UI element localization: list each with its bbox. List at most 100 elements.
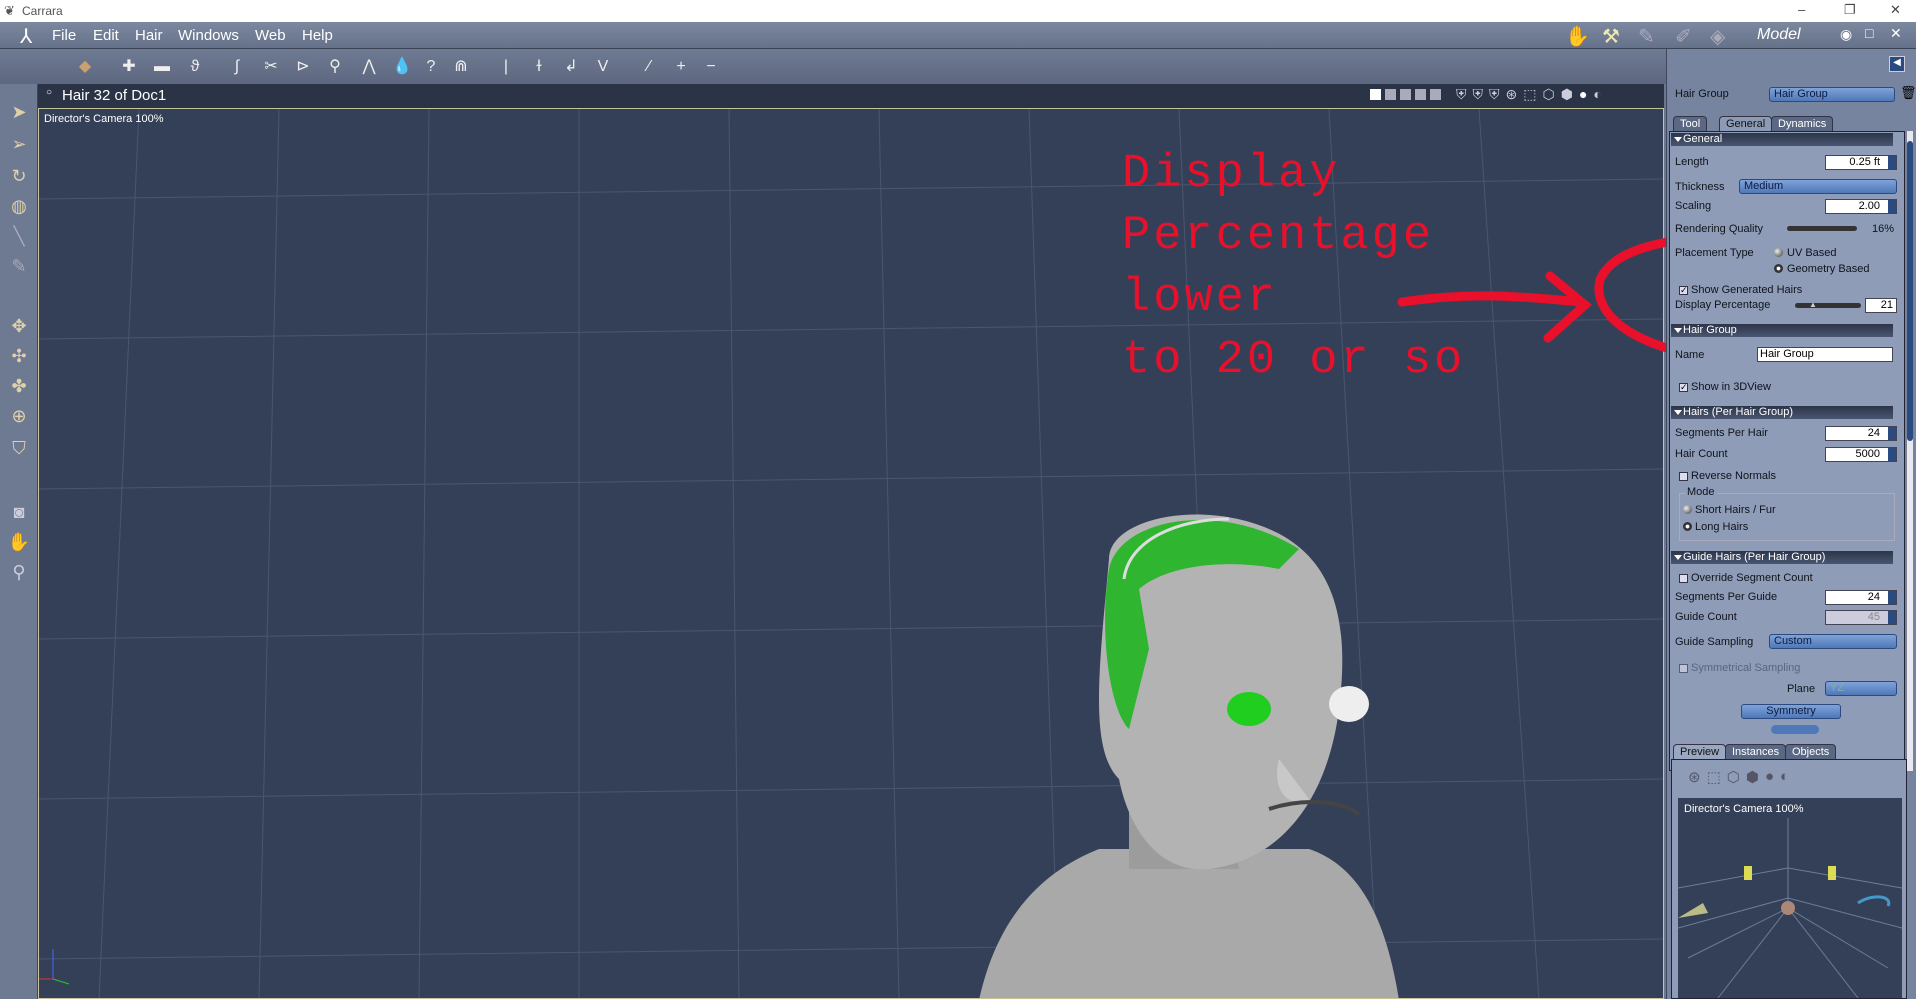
length-field[interactable]: 0.25 ft (1825, 155, 1897, 170)
direct-select-icon[interactable]: ➢ (7, 134, 31, 158)
scaling-field[interactable]: 2.00 (1825, 199, 1897, 214)
bounding-box-icon[interactable]: ⬚ (1523, 86, 1536, 103)
assemble-room-icon[interactable]: ✋ (1565, 24, 1590, 49)
section-hair-group[interactable]: Hair Group (1671, 324, 1893, 337)
tab-objects[interactable]: Objects (1785, 744, 1837, 759)
navigation-icon[interactable]: ⊛ (1506, 86, 1518, 103)
rotate-icon[interactable]: ↻ (7, 166, 31, 190)
long-hairs-radio[interactable] (1683, 522, 1692, 531)
trash-icon[interactable]: 🗑 (1900, 85, 1916, 101)
texture-room-icon[interactable]: ✐ (1675, 24, 1692, 49)
brush-tool-icon[interactable]: ⚲ (326, 57, 344, 77)
tab-preview[interactable]: Preview (1673, 744, 1727, 759)
panel-scrollbar[interactable] (1907, 131, 1913, 771)
segments-per-guide-field[interactable]: 24 (1825, 590, 1897, 605)
show-in-3dview-checkbox[interactable]: ✓ (1679, 383, 1688, 392)
menu-help[interactable]: Help (302, 27, 333, 44)
cut-tool-icon[interactable]: ✂ (262, 57, 280, 77)
remove-guide-icon[interactable]: − (702, 57, 720, 77)
slider-thumb[interactable]: ▲ (1809, 300, 1817, 309)
tab-general[interactable]: General (1719, 116, 1773, 131)
layout-grid-icon[interactable] (1430, 89, 1441, 100)
shield-view-icon[interactable]: ⛨ (1456, 86, 1467, 103)
display-percentage-field[interactable]: 21 (1865, 298, 1897, 313)
smooth-shade-icon[interactable]: ● (1579, 86, 1587, 103)
hand-icon[interactable]: ✋ (7, 532, 31, 556)
line-tool-icon[interactable]: ╲ (7, 226, 31, 250)
maximize-icon[interactable]: □ (1865, 25, 1873, 41)
rendering-quality-slider[interactable] (1787, 226, 1857, 231)
lengthen-tool-icon[interactable]: ↲ (562, 57, 580, 77)
eye-icon[interactable]: ◉ (1840, 26, 1852, 43)
paint-tool-icon[interactable]: ✎ (7, 256, 31, 280)
tab-instances[interactable]: Instances (1725, 744, 1787, 759)
menu-file[interactable]: File (52, 27, 76, 44)
layout-four-icon[interactable] (1415, 89, 1426, 100)
zoom-icon[interactable]: ⚲ (7, 562, 31, 586)
minimize-button[interactable]: – (1798, 2, 1805, 17)
short-hairs-radio[interactable] (1683, 505, 1692, 514)
override-segment-checkbox[interactable] (1679, 574, 1688, 583)
segments-spinner[interactable] (1888, 427, 1896, 440)
flat-shade-icon[interactable]: ⬢ (1561, 86, 1573, 103)
close-room-icon[interactable]: ✕ (1890, 25, 1902, 42)
preview-texture-icon[interactable]: ◐ (1780, 768, 1789, 786)
comb-hair-icon[interactable]: ϑ (186, 57, 204, 77)
tab-tool[interactable]: Tool (1673, 116, 1708, 131)
segments-per-hair-field[interactable]: 24 (1825, 426, 1897, 441)
wireframe-icon[interactable]: ⬡ (1542, 86, 1554, 103)
trackball-icon[interactable]: ⊕ (7, 406, 31, 430)
section-hairs[interactable]: Hairs (Per Hair Group) (1671, 406, 1893, 419)
preview-smooth-icon[interactable]: ● (1765, 768, 1774, 786)
menu-edit[interactable]: Edit (93, 27, 119, 44)
spread-tool-icon[interactable]: ⋒ (452, 57, 470, 77)
thickness-select[interactable]: Medium (1739, 179, 1897, 194)
section-guide-hairs[interactable]: Guide Hairs (Per Hair Group) (1671, 551, 1893, 564)
scale-icon[interactable]: ✤ (7, 376, 31, 400)
remove-hair-icon[interactable]: ▬ (153, 57, 171, 77)
length-spinner[interactable] (1888, 156, 1896, 169)
preview-viewport[interactable]: Director's Camera 100% (1678, 798, 1902, 998)
menu-windows[interactable]: Windows (178, 27, 239, 44)
shield-view3-icon[interactable]: ⛨ (1489, 86, 1500, 103)
geometry-based-radio[interactable] (1774, 264, 1783, 273)
layout-three-icon[interactable] (1400, 89, 1411, 100)
collapse-panel-icon[interactable]: ◀ (1889, 56, 1905, 72)
kink-tool-icon[interactable]: ɫ (530, 57, 548, 77)
guide-sampling-select[interactable]: Custom (1769, 634, 1897, 649)
curve-tool-icon[interactable]: ∫ (228, 57, 246, 77)
move-plane-icon[interactable]: ✣ (7, 346, 31, 370)
add-hair-icon[interactable]: ✚ (120, 57, 138, 77)
layout-single-icon[interactable] (1370, 89, 1381, 100)
select-arrow-icon[interactable]: ➤ (7, 102, 31, 126)
move-icon[interactable]: ✥ (7, 316, 31, 340)
hair-count-spinner[interactable] (1888, 448, 1896, 461)
shield-view2-icon[interactable]: ⛨ (1473, 86, 1484, 103)
tab-dynamics[interactable]: Dynamics (1771, 116, 1834, 131)
storyboard-room-icon[interactable]: ✎ (1638, 24, 1655, 49)
display-percentage-slider[interactable]: ▲ (1795, 300, 1861, 309)
hair-tool-icon[interactable]: ◆ (76, 57, 94, 77)
uv-based-radio[interactable] (1774, 248, 1783, 257)
splitter-handle[interactable] (1771, 725, 1819, 734)
character-model[interactable] (979, 514, 1399, 999)
shield-icon[interactable]: ⛉ (7, 438, 31, 462)
model-room-icon[interactable]: ⚒ (1602, 24, 1620, 49)
section-general[interactable]: General (1671, 133, 1893, 146)
lasso-icon[interactable]: ◍ (7, 196, 31, 220)
reverse-normals-checkbox[interactable] (1679, 472, 1688, 481)
show-generated-checkbox[interactable]: ✓ (1679, 286, 1688, 295)
guide-segments-spinner[interactable] (1888, 591, 1896, 604)
preview-navigate-icon[interactable]: ⊛ (1688, 768, 1701, 786)
menu-web[interactable]: Web (255, 27, 286, 44)
straighten-tool-icon[interactable]: | (497, 57, 515, 77)
render-room-icon[interactable]: ◈ (1710, 24, 1725, 49)
hair-count-field[interactable]: 5000 (1825, 447, 1897, 462)
twist-tool-icon[interactable]: ? (422, 57, 440, 77)
pull-tool-icon[interactable]: ⋀ (360, 57, 378, 77)
scaling-spinner[interactable] (1888, 200, 1896, 213)
symmetry-button[interactable]: Symmetry (1741, 704, 1841, 719)
clump-tool-icon[interactable]: 💧 (392, 57, 412, 77)
camera-icon[interactable]: ◙ (7, 502, 31, 526)
name-field[interactable]: Hair Group (1757, 347, 1893, 362)
